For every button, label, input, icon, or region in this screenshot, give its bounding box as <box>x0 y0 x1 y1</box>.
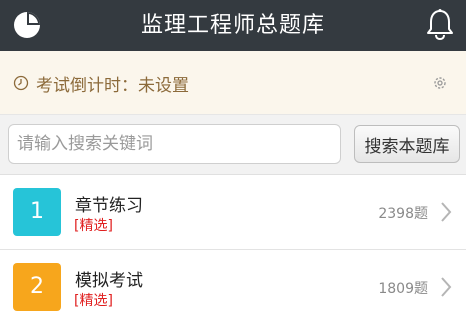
item-count: 1809题 <box>378 281 428 297</box>
item-number-badge: 1 <box>13 188 61 236</box>
item-name: 章节练习 <box>75 196 143 216</box>
app-header: 监理工程师总题库 <box>0 0 466 51</box>
chevron-right-icon <box>440 201 452 223</box>
search-button[interactable]: 搜索本题库 <box>354 125 460 163</box>
item-tag: [精选] <box>74 293 113 309</box>
chevron-right-icon <box>440 276 452 298</box>
item-number-badge: 2 <box>13 263 61 311</box>
page-title: 监理工程师总题库 <box>140 13 325 38</box>
bell-icon[interactable] <box>424 8 456 42</box>
gear-icon[interactable] <box>432 75 448 91</box>
category-list: 1 章节练习 [精选] 2398题 2 模拟考试 [精选] 1809题 <box>0 175 466 320</box>
countdown-text: 考试倒计时：未设置 <box>36 76 189 96</box>
item-count: 2398题 <box>378 206 428 222</box>
search-input[interactable] <box>8 124 341 164</box>
search-bar: 搜索本题库 <box>0 114 466 175</box>
item-tag: [精选] <box>74 218 113 234</box>
exam-countdown-bar[interactable]: 考试倒计时：未设置 <box>0 51 466 114</box>
list-item-chapter-practice[interactable]: 1 章节练习 [精选] 2398题 <box>0 175 466 250</box>
item-name: 模拟考试 <box>75 271 143 291</box>
clock-icon <box>13 75 29 91</box>
list-item-mock-exam[interactable]: 2 模拟考试 [精选] 1809题 <box>0 250 466 320</box>
